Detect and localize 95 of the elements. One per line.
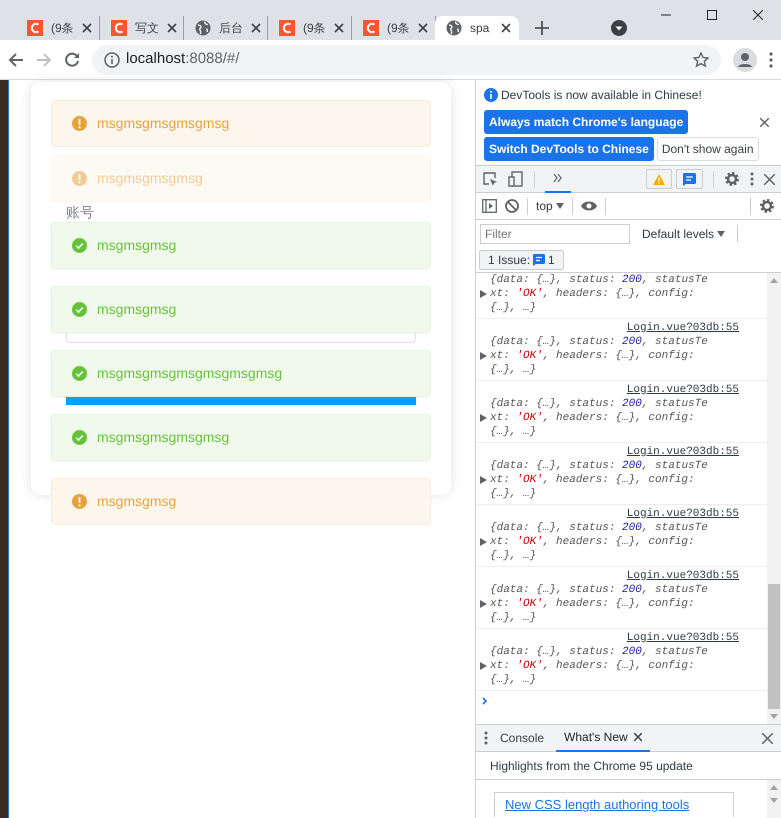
device-toolbar-icon[interactable] [508, 171, 524, 187]
close-icon[interactable] [753, 10, 763, 20]
address-bar[interactable]: localhost:8088/#/ [92, 44, 721, 74]
success-check-icon [72, 238, 87, 253]
clear-console-icon[interactable] [505, 199, 519, 213]
info-icon [484, 88, 498, 102]
warning-icon [72, 116, 87, 131]
expand-triangle-icon[interactable] [480, 414, 487, 422]
expand-triangle-icon[interactable] [480, 600, 487, 608]
success-check-icon [72, 430, 87, 445]
close-icon[interactable] [764, 174, 775, 184]
close-icon[interactable] [762, 732, 773, 744]
message-icon [533, 254, 546, 266]
settings-icon[interactable] [759, 198, 775, 214]
eye-icon[interactable] [580, 201, 597, 211]
warning-icon [653, 174, 665, 184]
drawer-tab[interactable]: Console [492, 724, 552, 752]
expand-triangle-icon[interactable] [480, 476, 487, 484]
log-object-preview[interactable]: {data: {…}, status: 200, statusText: 'OK', headers: {…}, config: {…}, …} [490, 335, 714, 377]
expand-triangle-icon[interactable] [480, 538, 487, 546]
browser-tab[interactable]: spa [435, 16, 519, 40]
star-icon[interactable] [693, 52, 709, 68]
warning-icon [72, 171, 87, 186]
message-text: msgmsgmsgmsgmsgmsgmsg [97, 364, 282, 383]
close-icon[interactable] [418, 23, 428, 33]
message-icon [683, 172, 696, 186]
new-tab-icon[interactable] [535, 21, 549, 35]
expand-triangle-icon[interactable] [480, 352, 487, 360]
dropdown-caret-icon [556, 203, 564, 209]
site-logo-icon [279, 20, 295, 36]
log-object-preview[interactable]: {data: {…}, status: 200, statusText: 'OK', headers: {…}, config: {…}, …} [490, 583, 714, 625]
message-text: msgmsgmsgmsg [97, 169, 203, 188]
menu-dots-icon[interactable] [750, 172, 754, 186]
prompt-chevron-icon [482, 696, 488, 705]
log-object-preview[interactable]: {data: {…}, status: 200, statusText: 'OK', headers: {…}, config: {…}, …} [490, 397, 714, 439]
close-icon[interactable] [167, 23, 177, 33]
globe-icon [446, 20, 462, 36]
site-logo-icon [363, 20, 379, 36]
news-link[interactable]: New CSS length authoring tools [494, 792, 734, 816]
close-icon[interactable] [334, 23, 344, 33]
banner-button[interactable]: Always match Chrome's language [484, 110, 688, 134]
scrollbar-thumb[interactable] [768, 584, 780, 709]
close-icon[interactable] [634, 733, 642, 741]
field-label: 账号 [66, 204, 95, 220]
menu-dots-icon[interactable] [484, 731, 488, 745]
success-check-icon [72, 302, 87, 317]
back-icon[interactable] [8, 52, 24, 68]
message-text: msgmsgmsgmsgmsg [97, 428, 230, 447]
source-link[interactable]: Login.vue?03db:55 [480, 383, 763, 397]
log-object-preview[interactable]: {data: {…}, status: 200, statusText: 'OK', headers: {…}, config: {…}, …} [490, 273, 714, 315]
maximize-icon[interactable] [707, 10, 717, 20]
expand-triangle-icon[interactable] [480, 662, 487, 670]
site-logo-icon [27, 20, 43, 36]
inspect-icon[interactable] [482, 171, 498, 187]
profile-avatar-icon[interactable] [733, 48, 757, 72]
filter-field[interactable]: Filter [480, 224, 630, 244]
context-selector[interactable]: top [536, 197, 564, 215]
info-icon [104, 52, 120, 68]
globe-icon [195, 20, 211, 36]
log-object-preview[interactable]: {data: {…}, status: 200, statusText: 'OK', headers: {…}, config: {…}, …} [490, 645, 714, 687]
issues-counter-button[interactable]: 1 Issue: 1 [479, 250, 564, 270]
close-icon[interactable] [82, 23, 92, 33]
log-levels-dropdown[interactable]: Default levels [642, 224, 726, 242]
url-text: localhost:8088/#/ [126, 49, 240, 70]
message-text: msgmsgmsgmsgmsg [97, 114, 230, 133]
sidebar-toggle-icon[interactable] [482, 199, 497, 213]
source-link[interactable]: Login.vue?03db:55 [480, 507, 763, 521]
site-logo-icon [111, 20, 127, 36]
settings-icon[interactable] [724, 171, 740, 187]
log-object-preview[interactable]: {data: {…}, status: 200, statusText: 'OK', headers: {…}, config: {…}, …} [490, 521, 714, 563]
menu-dots-icon[interactable] [769, 52, 773, 68]
issues-button[interactable] [676, 169, 703, 189]
warning-icon [72, 494, 87, 509]
chevron-icon [553, 174, 563, 182]
close-icon[interactable] [501, 23, 511, 33]
tab-search-icon[interactable] [611, 20, 627, 36]
banner-message: DevTools is now available in Chinese! [501, 87, 702, 104]
close-icon[interactable] [760, 118, 769, 126]
log-object-preview[interactable]: {data: {…}, status: 200, statusText: 'OK', headers: {…}, config: {…}, …} [490, 459, 714, 501]
dropdown-caret-icon [717, 230, 726, 236]
source-link[interactable]: Login.vue?03db:55 [480, 631, 763, 645]
message-text: msgmsgmsg [97, 492, 176, 511]
success-check-icon [72, 366, 87, 381]
expand-triangle-icon[interactable] [480, 290, 487, 298]
banner-button[interactable]: Don't show again [656, 137, 758, 161]
reload-icon[interactable] [64, 52, 80, 68]
banner-button[interactable]: Switch DevTools to Chinese [484, 137, 654, 161]
update-headline: Highlights from the Chrome 95 update [490, 758, 693, 774]
source-link[interactable]: Login.vue?03db:55 [480, 321, 763, 335]
message-text: msgmsgmsg [97, 236, 176, 255]
source-link[interactable]: Login.vue?03db:55 [480, 445, 763, 459]
drawer-tab[interactable]: What's New [556, 724, 650, 752]
close-icon[interactable] [251, 23, 261, 33]
message-text: msgmsgmsg [97, 300, 176, 319]
source-link[interactable]: Login.vue?03db:55 [480, 569, 763, 583]
